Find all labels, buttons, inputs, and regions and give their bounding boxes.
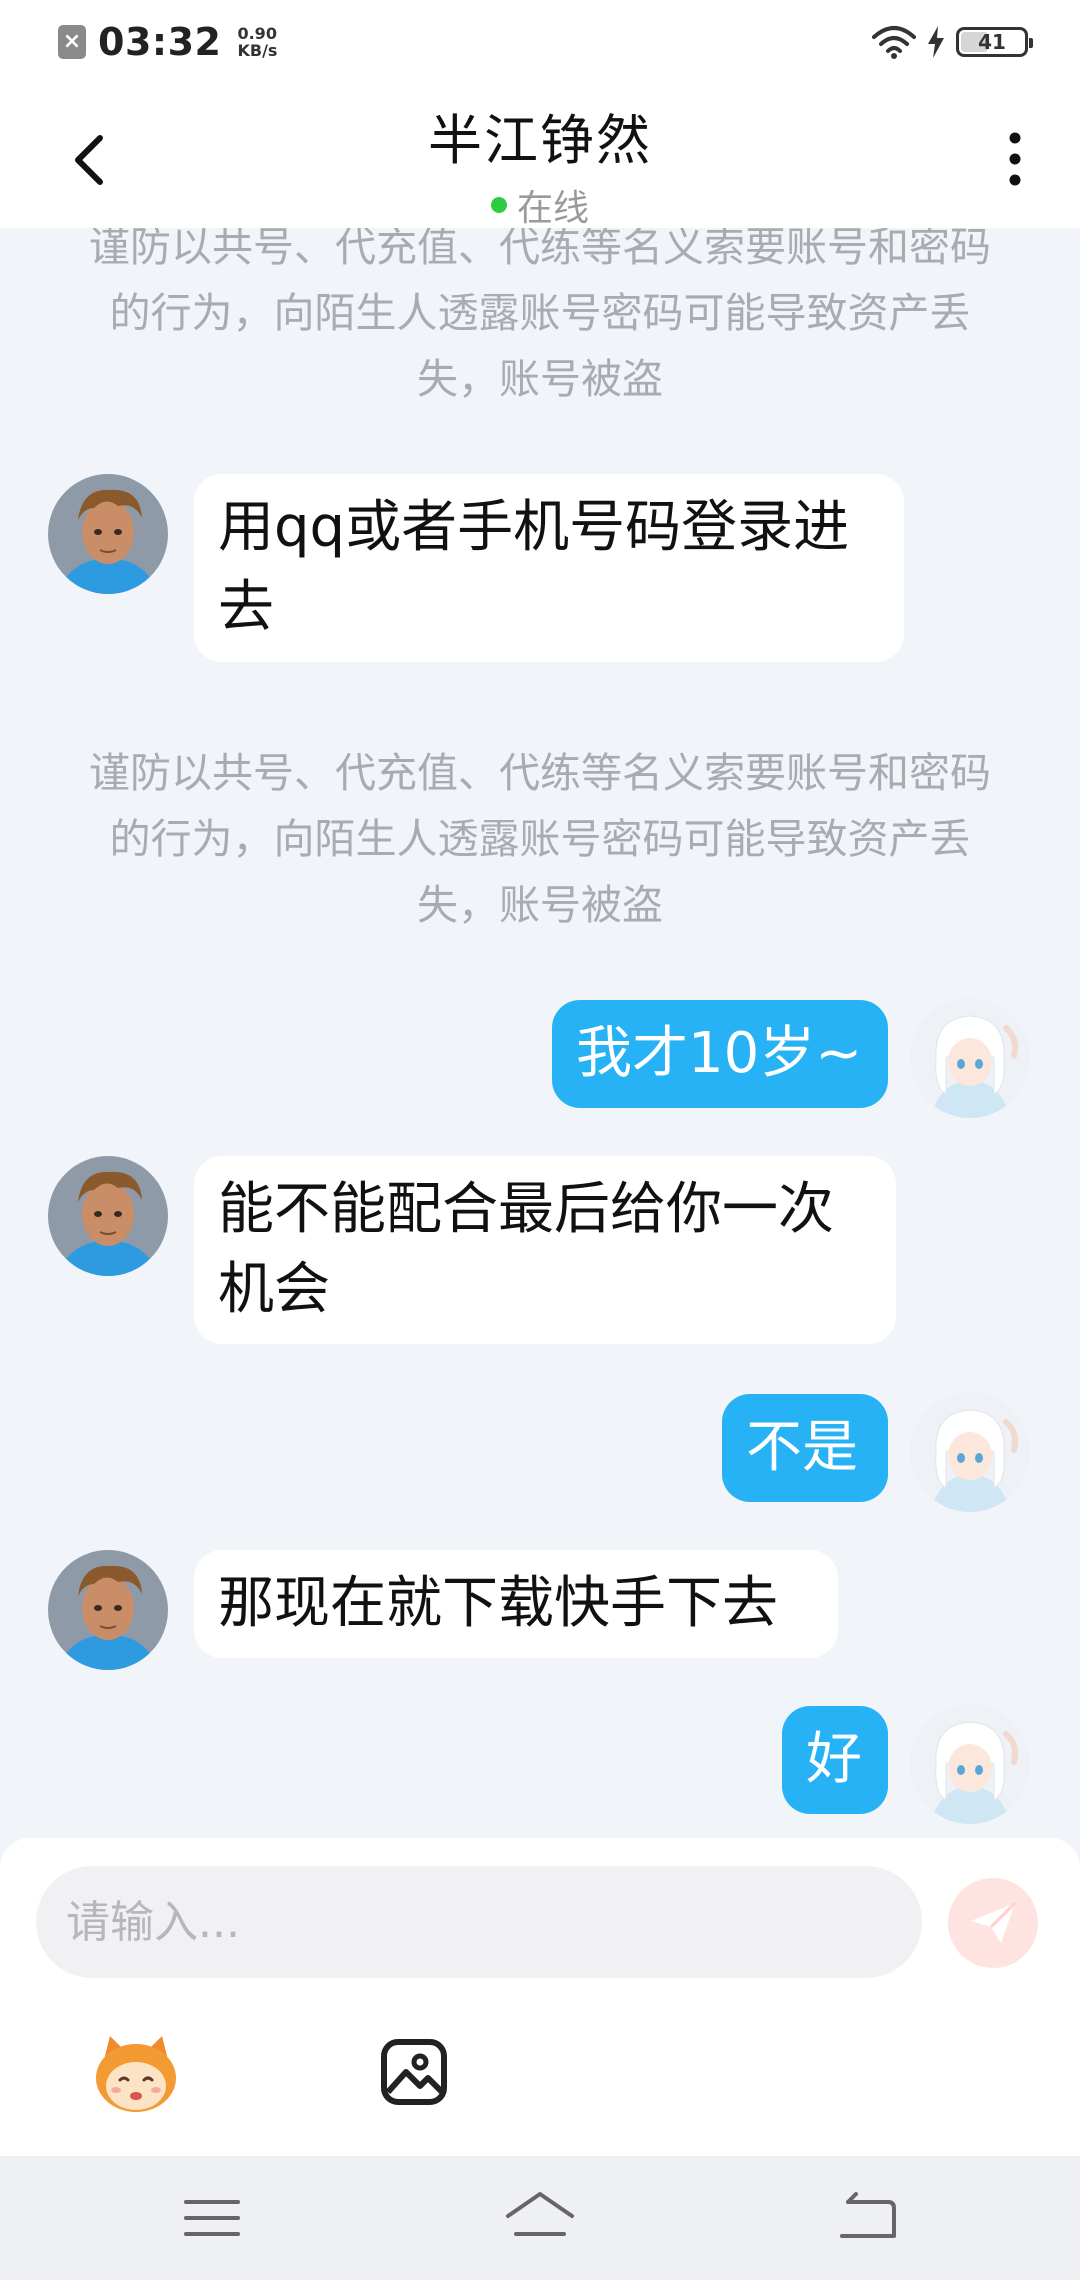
- notification-icon: ×: [58, 25, 86, 59]
- contact-avatar[interactable]: [48, 1550, 168, 1670]
- message-bubble-outgoing[interactable]: 好: [782, 1706, 888, 1814]
- nav-home-button[interactable]: [500, 2186, 580, 2250]
- message-bubble-incoming[interactable]: 那现在就下载快手下去: [194, 1550, 838, 1658]
- send-button[interactable]: [948, 1878, 1038, 1968]
- emoji-mascot-icon: [96, 2036, 176, 2112]
- message-input[interactable]: [36, 1866, 922, 1978]
- status-time: 03:32: [98, 20, 222, 64]
- more-button[interactable]: [990, 124, 1040, 194]
- contact-avatar[interactable]: [48, 474, 168, 594]
- status-left: × 03:32 0.90 KB/s: [58, 20, 277, 64]
- network-speed-unit: KB/s: [237, 41, 278, 60]
- wifi-icon: [872, 26, 916, 59]
- message-bubble-outgoing[interactable]: 我才10岁~: [552, 1000, 888, 1108]
- online-status-text: 在线: [516, 188, 589, 229]
- title-block: 半江铮然 在线: [240, 96, 840, 231]
- more-vertical-icon: [1009, 132, 1021, 186]
- contact-name: 半江铮然: [428, 109, 652, 172]
- home-icon: [506, 2192, 574, 2236]
- my-avatar[interactable]: [910, 998, 1030, 1118]
- image-icon: [381, 2039, 447, 2105]
- image-button[interactable]: [368, 2026, 460, 2118]
- contact-avatar[interactable]: [48, 1156, 168, 1276]
- message-bubble-outgoing[interactable]: 不是: [722, 1394, 888, 1502]
- emoji-button[interactable]: [90, 2026, 182, 2118]
- send-icon: [971, 1901, 1017, 1943]
- chat-header: 半江铮然 在线: [0, 84, 1080, 231]
- system-nav-bar: [0, 2156, 1080, 2280]
- back-arrow-icon: [75, 135, 103, 185]
- nav-back-button[interactable]: [828, 2186, 908, 2250]
- chat-area[interactable]: 谨防以共号、代充值、代练等名义索要账号和密码的行为，向陌生人透露账号密码可能导致…: [0, 228, 1080, 1838]
- security-notice: 谨防以共号、代充值、代练等名义索要账号和密码的行为，向陌生人透露账号密码可能导致…: [89, 749, 991, 929]
- battery-level: 41: [978, 30, 1006, 54]
- back-button[interactable]: [60, 124, 120, 194]
- charging-icon: [928, 26, 944, 58]
- my-avatar[interactable]: [910, 1392, 1030, 1512]
- nav-menu-button[interactable]: [172, 2186, 252, 2250]
- status-right: 41: [872, 25, 1033, 59]
- composer: [0, 1838, 1080, 2156]
- menu-icon: [184, 2200, 240, 2236]
- back-nav-icon: [840, 2192, 896, 2238]
- security-notice: 谨防以共号、代充值、代练等名义索要账号和密码的行为，向陌生人透露账号密码可能导致…: [89, 228, 991, 403]
- online-status: 在线: [240, 179, 840, 231]
- my-avatar[interactable]: [910, 1704, 1030, 1824]
- network-speed-value: 0.90: [237, 24, 277, 43]
- message-bubble-incoming[interactable]: 用qq或者手机号码登录进去: [194, 474, 904, 662]
- online-dot-icon: [490, 197, 507, 213]
- message-bubble-incoming[interactable]: 能不能配合最后给你一次机会: [194, 1156, 896, 1344]
- network-speed: 0.90 KB/s: [237, 25, 277, 59]
- battery-icon: 41: [956, 27, 1033, 57]
- status-bar: × 03:32 0.90 KB/s 41: [0, 0, 1080, 84]
